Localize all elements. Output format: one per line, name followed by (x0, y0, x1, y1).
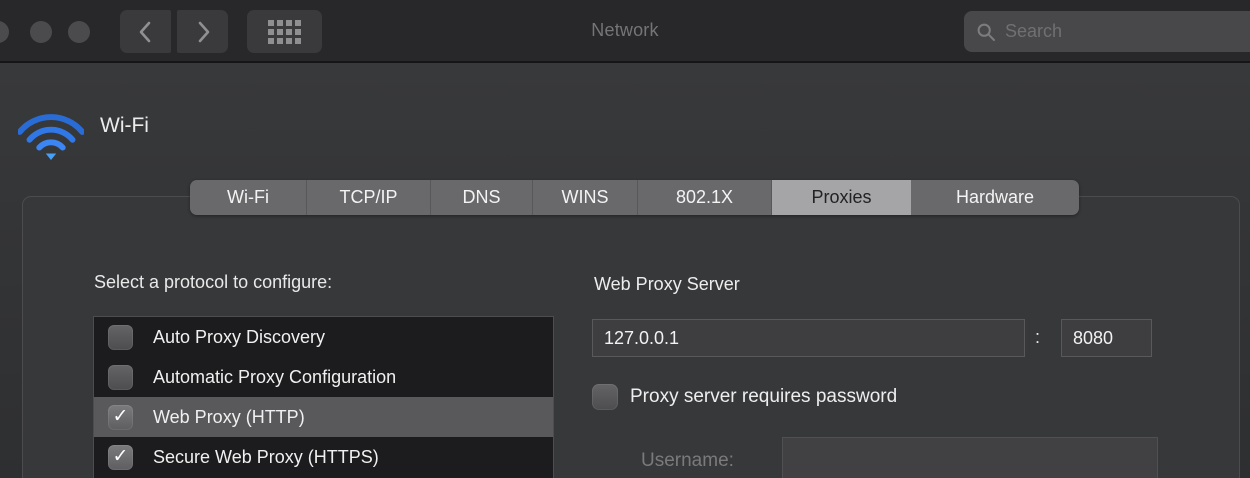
tab-dns[interactable]: DNS (431, 180, 533, 215)
protocol-label: Automatic Proxy Configuration (153, 367, 396, 388)
protocol-label: Secure Web Proxy (HTTPS) (153, 447, 379, 468)
secure-web-proxy-https-checkbox[interactable]: ✓ (108, 445, 133, 470)
protocol-row-automatic-proxy-configuration[interactable]: ✓ Automatic Proxy Configuration (94, 357, 553, 397)
tab-proxies[interactable]: Proxies (772, 180, 911, 215)
network-preferences-window: Network Wi-Fi Wi-Fi TCP/IP DNS WINS 802.… (0, 0, 1250, 478)
proxy-password-label: Proxy server requires password (630, 386, 897, 408)
host-port-separator: : (1035, 327, 1040, 348)
protocol-row-auto-proxy-discovery[interactable]: ✓ Auto Proxy Discovery (94, 317, 553, 357)
proxy-server-port-field[interactable] (1061, 319, 1152, 357)
tab-8021x[interactable]: 802.1X (638, 180, 772, 215)
checkmark-icon: ✓ (113, 447, 129, 466)
search-field[interactable] (964, 11, 1250, 52)
tab-hardware[interactable]: Hardware (911, 180, 1079, 215)
auto-proxy-discovery-checkbox[interactable]: ✓ (108, 325, 133, 350)
password-required-row: ✓ Proxy server requires password (592, 384, 897, 410)
proxy-server-address-field[interactable] (592, 319, 1025, 357)
tab-wins[interactable]: WINS (533, 180, 638, 215)
tab-wifi[interactable]: Wi-Fi (190, 180, 307, 215)
protocol-row-web-proxy-http[interactable]: ✓ Web Proxy (HTTP) (94, 397, 553, 437)
protocol-label: Web Proxy (HTTP) (153, 407, 305, 428)
web-proxy-server-heading: Web Proxy Server (594, 274, 740, 295)
protocol-list-heading: Select a protocol to configure: (94, 272, 332, 293)
wifi-icon (18, 100, 84, 160)
automatic-proxy-configuration-checkbox[interactable]: ✓ (108, 365, 133, 390)
username-field[interactable] (782, 437, 1158, 478)
search-input[interactable] (1005, 21, 1225, 42)
protocol-label: Auto Proxy Discovery (153, 327, 325, 348)
web-proxy-http-checkbox[interactable]: ✓ (108, 405, 133, 430)
tab-bar: Wi-Fi TCP/IP DNS WINS 802.1X Proxies Har… (190, 180, 1079, 215)
connection-name: Wi-Fi (100, 114, 149, 138)
protocol-row-secure-web-proxy-https[interactable]: ✓ Secure Web Proxy (HTTPS) (94, 437, 553, 477)
username-label: Username: (641, 450, 734, 472)
search-icon (976, 22, 996, 42)
tab-tcpip[interactable]: TCP/IP (307, 180, 431, 215)
checkmark-icon: ✓ (113, 407, 129, 426)
titlebar: Network (0, 0, 1250, 63)
protocol-list: ✓ Auto Proxy Discovery ✓ Automatic Proxy… (93, 316, 554, 478)
proxy-password-checkbox[interactable]: ✓ (592, 384, 618, 410)
connection-header: Wi-Fi (18, 98, 318, 160)
